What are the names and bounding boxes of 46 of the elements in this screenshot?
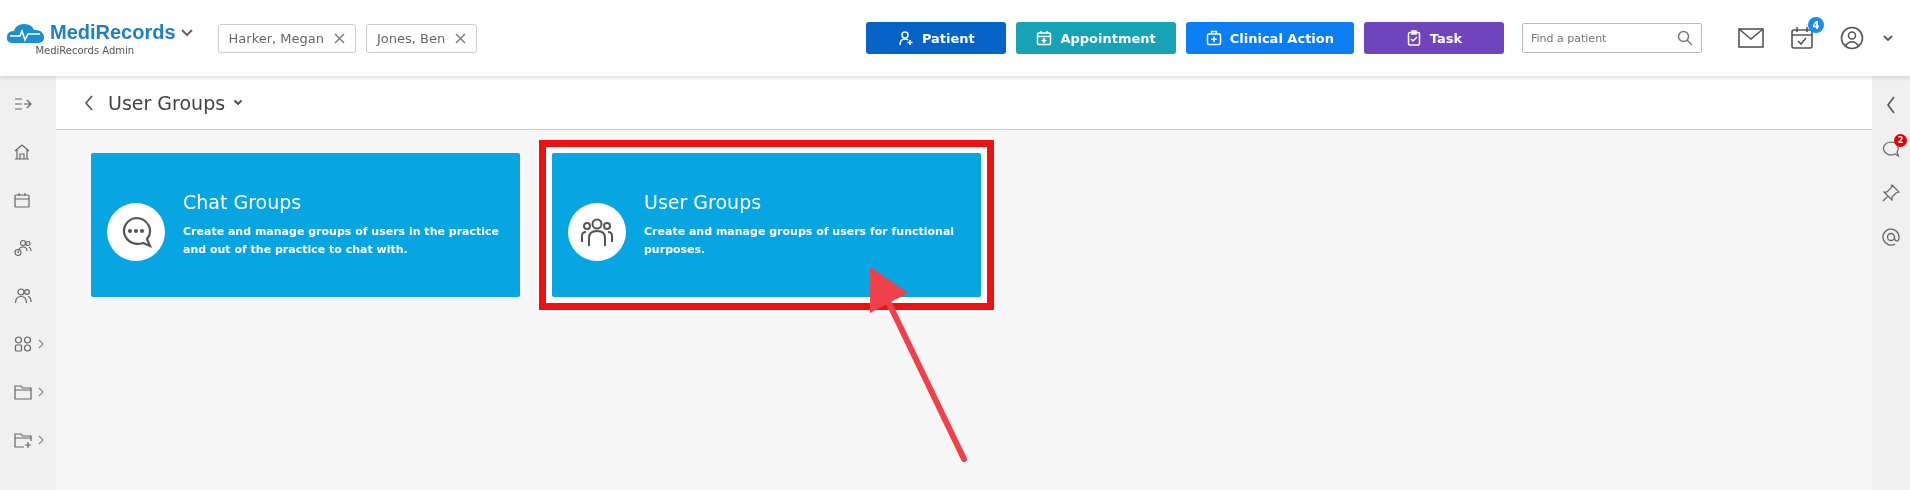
patient-tab[interactable]: Harker, Megan [217,23,357,53]
chat-bubble-icon[interactable] [1882,140,1900,158]
user-group-icon [580,217,614,247]
notification-badge: 2 [1894,134,1907,147]
user-avatar-icon[interactable] [1840,26,1864,50]
home-icon[interactable] [14,144,30,160]
calendar-icon [1036,30,1053,46]
page-title: User Groups [108,91,226,114]
medical-kit-icon [1205,30,1222,46]
mail-icon[interactable] [1738,28,1764,48]
chevron-down-icon[interactable] [1882,34,1894,42]
search-icon [1677,30,1693,46]
users-icon[interactable] [14,287,32,305]
card-title: Chat Groups [183,191,303,213]
chevron-right-icon[interactable] [38,435,44,445]
chevron-right-icon[interactable] [38,339,44,349]
close-icon[interactable] [455,32,467,44]
folder-add-icon[interactable] [14,432,32,448]
brand-name: MediRecords [50,21,176,44]
folder-icon[interactable] [14,384,32,400]
calendar-icon[interactable] [14,192,30,208]
action-button[interactable]: Task [1364,22,1504,54]
action-button[interactable]: Appointment [1016,22,1176,54]
chevron-down-icon[interactable] [179,27,194,38]
people-clock-icon[interactable] [14,239,32,257]
expand-menu-icon[interactable] [14,97,32,111]
account-name: MediRecords Admin [35,44,135,56]
action-button[interactable]: Patient [866,22,1007,54]
chevron-down-icon[interactable] [233,99,244,106]
pin-icon[interactable] [1882,184,1900,202]
patient-tab[interactable]: Jones, Ben [366,23,478,53]
at-sign-icon[interactable] [1882,228,1900,246]
back-icon[interactable] [84,94,94,111]
collapse-panel-icon[interactable] [1886,96,1896,114]
person-add-icon [897,30,914,46]
close-icon[interactable] [334,32,346,44]
card-description: Create and manage groups of users for functional purposes. [644,224,956,258]
chevron-right-icon[interactable] [38,387,44,397]
notification-badge: 4 [1808,17,1824,33]
card-title: User Groups [644,191,763,213]
action-button[interactable]: Clinical Action [1185,22,1354,54]
apps-icon[interactable] [14,336,32,352]
search-field[interactable]: Find a patient [1522,23,1702,53]
card-description: Create and manage groups of users in the practice and out of the practice to chat with. [183,224,500,258]
clipboard-check-icon [1405,30,1422,46]
calendar-check-icon[interactable] [1790,26,1814,50]
